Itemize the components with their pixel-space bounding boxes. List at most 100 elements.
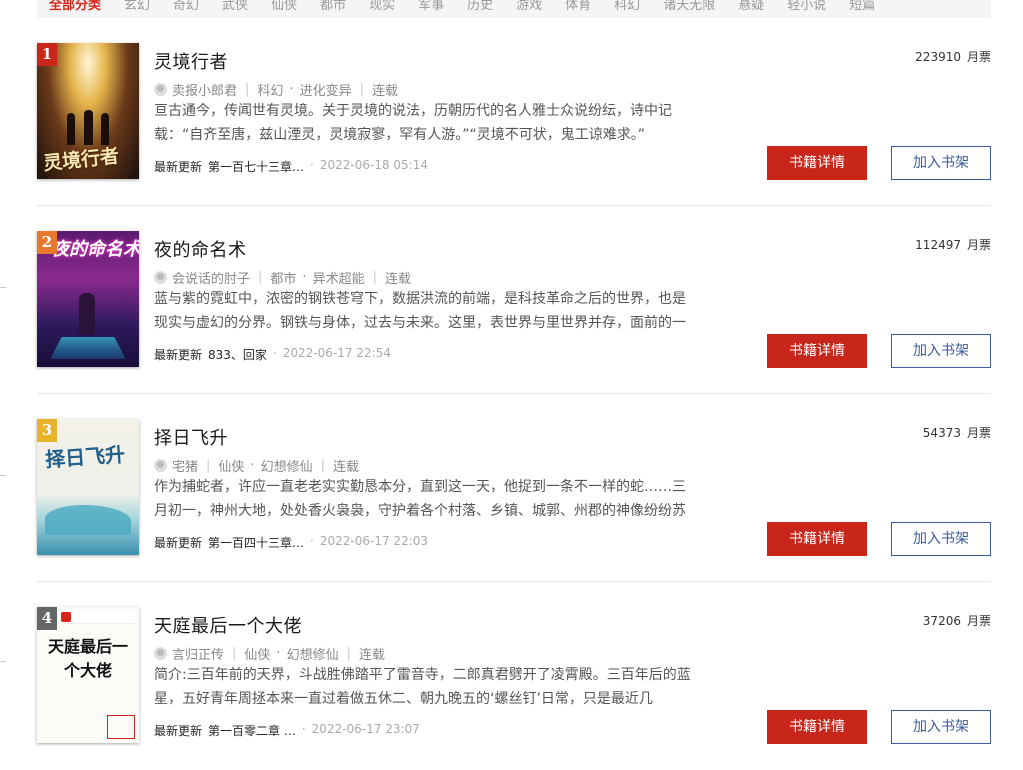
category-tab[interactable]: 游戏 bbox=[516, 0, 542, 18]
cover-title-art: 夜的命名术 bbox=[51, 239, 139, 260]
book-description: 亘古通今，传闻世有灵境。关于灵境的说法，历朝历代的名人雅士众说纷纭，诗中记载：“… bbox=[154, 103, 672, 143]
subgenre-link[interactable]: 进化变异 bbox=[300, 80, 352, 99]
category-tab[interactable]: 都市 bbox=[320, 0, 346, 18]
category-tab[interactable]: 玄幻 bbox=[124, 0, 150, 18]
add-to-shelf-button[interactable]: 加入书架 bbox=[891, 522, 991, 556]
category-tab[interactable]: 武侠 bbox=[222, 0, 248, 18]
vote-count: 112497 bbox=[915, 238, 961, 252]
left-edge-mark bbox=[0, 287, 6, 288]
category-tab[interactable]: 诸天无限 bbox=[663, 0, 715, 18]
book-meta: 言归正传 | 仙侠 · 幻想修仙 | 连载 bbox=[154, 644, 385, 663]
latest-chapter-link[interactable]: 第一百零二章 … bbox=[208, 722, 296, 739]
book-cover[interactable]: 1 灵境行者 bbox=[37, 43, 139, 179]
publisher-strip bbox=[61, 611, 135, 624]
separator: | bbox=[346, 646, 351, 661]
red-seal-stamp bbox=[107, 715, 135, 739]
update-time: 2022-06-17 22:03 bbox=[319, 534, 428, 548]
rank-badge: 3 bbox=[37, 419, 57, 442]
book-title[interactable]: 天庭最后一个大佬 bbox=[154, 612, 302, 638]
latest-chapter-link[interactable]: 第一百七十三章… bbox=[208, 158, 304, 175]
book-detail-button[interactable]: 书籍详情 bbox=[767, 522, 867, 556]
category-tab[interactable]: 全部分类 bbox=[49, 0, 101, 18]
add-to-shelf-button[interactable]: 加入书架 bbox=[891, 146, 991, 180]
book-detail-button[interactable]: 书籍详情 bbox=[767, 334, 867, 368]
neon-floor bbox=[50, 336, 126, 359]
category-tab[interactable]: 仙侠 bbox=[271, 0, 297, 18]
separator: · bbox=[289, 82, 294, 97]
book-title[interactable]: 灵境行者 bbox=[154, 48, 228, 74]
category-tab[interactable]: 历史 bbox=[467, 0, 493, 18]
monthly-votes: 37206 月票 bbox=[923, 612, 991, 629]
book-meta: 卖报小郎君 | 科幻 · 进化变异 | 连载 bbox=[154, 80, 398, 99]
book-item: 3 择日飞升 择日飞升 宅猪 | 仙侠 · 幻想修仙 | 连载 作为捕蛇者，许应… bbox=[37, 394, 991, 582]
author-name[interactable]: 言归正传 bbox=[172, 644, 224, 663]
monthly-votes: 112497 月票 bbox=[915, 236, 991, 253]
left-edge-mark bbox=[0, 475, 6, 476]
genre-link[interactable]: 科幻 bbox=[257, 80, 283, 99]
genre-link[interactable]: 仙侠 bbox=[244, 644, 270, 663]
left-edge-mark bbox=[0, 661, 6, 662]
category-tab[interactable]: 悬疑 bbox=[738, 0, 764, 18]
book-detail-button[interactable]: 书籍详情 bbox=[767, 710, 867, 744]
category-tab[interactable]: 轻小说 bbox=[787, 0, 826, 18]
book-title[interactable]: 夜的命名术 bbox=[154, 236, 247, 262]
book-description: 作为捕蛇者，许应一直老老实实勤恳本分，直到这一天，他捉到一条不一样的蛇……三月初… bbox=[154, 479, 686, 519]
book-detail-button[interactable]: 书籍详情 bbox=[767, 146, 867, 180]
author-avatar-icon bbox=[154, 271, 167, 284]
category-tab[interactable]: 科幻 bbox=[614, 0, 640, 18]
author-name[interactable]: 卖报小郎君 bbox=[172, 80, 237, 99]
update-label: 最新更新 bbox=[154, 724, 203, 738]
publisher-logo-icon bbox=[61, 612, 71, 622]
category-tab[interactable]: 军事 bbox=[418, 0, 444, 18]
author-avatar-icon bbox=[154, 83, 167, 96]
update-label: 最新更新 bbox=[154, 536, 203, 550]
add-to-shelf-button[interactable]: 加入书架 bbox=[891, 710, 991, 744]
latest-update: 最新更新 第一百零二章 … · 2022-06-17 23:07 bbox=[154, 722, 420, 739]
book-item: 1 灵境行者 灵境行者 卖报小郎君 | 科幻 · 进化变异 | 连载 亘古通今，… bbox=[37, 18, 991, 206]
subgenre-link[interactable]: 幻想修仙 bbox=[287, 644, 339, 663]
vote-count: 54373 bbox=[922, 426, 961, 440]
dot-separator: · bbox=[310, 158, 314, 172]
vote-unit: 月票 bbox=[966, 426, 991, 440]
subgenre-link[interactable]: 异术超能 bbox=[313, 268, 365, 287]
book-cover[interactable]: 4 天庭最后一个大佬 bbox=[37, 607, 139, 743]
add-to-shelf-button[interactable]: 加入书架 bbox=[891, 334, 991, 368]
dot-separator: · bbox=[310, 534, 314, 548]
book-title[interactable]: 择日飞升 bbox=[154, 424, 228, 450]
latest-update: 最新更新 833、回家 · 2022-06-17 22:54 bbox=[154, 346, 391, 363]
category-tab[interactable]: 现实 bbox=[369, 0, 395, 18]
separator: | bbox=[258, 270, 263, 285]
vote-unit: 月票 bbox=[966, 614, 991, 628]
latest-chapter-link[interactable]: 833、回家 bbox=[208, 346, 267, 363]
author-name[interactable]: 会说话的肘子 bbox=[172, 268, 250, 287]
author-name[interactable]: 宅猪 bbox=[172, 456, 198, 475]
category-tab[interactable]: 短篇 bbox=[849, 0, 875, 18]
category-tabs: 全部分类 玄幻 奇幻 武侠 仙侠 都市 现实 军事 历史 游戏 体育 科幻 诸天无限 悬疑 轻小说 短篇 bbox=[37, 0, 991, 18]
separator: | bbox=[372, 270, 377, 285]
subgenre-link[interactable]: 幻想修仙 bbox=[261, 456, 313, 475]
book-item: 2 夜的命名术 夜的命名术 会说话的肘子 | 都市 · 异术超能 | 连载 蓝与… bbox=[37, 206, 991, 394]
cover-title-art: 择日飞升 bbox=[44, 442, 126, 472]
book-cover[interactable]: 2 夜的命名术 bbox=[37, 231, 139, 367]
update-label: 最新更新 bbox=[154, 160, 203, 174]
update-time: 2022-06-18 05:14 bbox=[319, 158, 428, 172]
genre-link[interactable]: 都市 bbox=[270, 268, 296, 287]
book-cover[interactable]: 3 择日飞升 bbox=[37, 419, 139, 555]
cover-title-art: 天庭最后一个大佬 bbox=[47, 637, 128, 680]
author-avatar-icon bbox=[154, 459, 167, 472]
category-tab[interactable]: 奇幻 bbox=[173, 0, 199, 18]
update-time: 2022-06-17 23:07 bbox=[311, 722, 420, 736]
vote-count: 37206 bbox=[922, 614, 961, 628]
latest-chapter-link[interactable]: 第一百四十三章… bbox=[208, 534, 304, 551]
update-label: 最新更新 bbox=[154, 348, 203, 362]
status-label: 连载 bbox=[332, 460, 359, 475]
vote-count: 223910 bbox=[915, 50, 961, 64]
category-tab[interactable]: 体育 bbox=[565, 0, 591, 18]
monthly-votes: 223910 月票 bbox=[915, 48, 991, 65]
genre-link[interactable]: 仙侠 bbox=[218, 456, 244, 475]
dot-separator: · bbox=[301, 722, 306, 736]
latest-update: 最新更新 第一百四十三章… · 2022-06-17 22:03 bbox=[154, 534, 428, 551]
update-time: 2022-06-17 22:54 bbox=[282, 346, 391, 360]
separator: | bbox=[206, 458, 211, 473]
separator: | bbox=[245, 82, 250, 97]
